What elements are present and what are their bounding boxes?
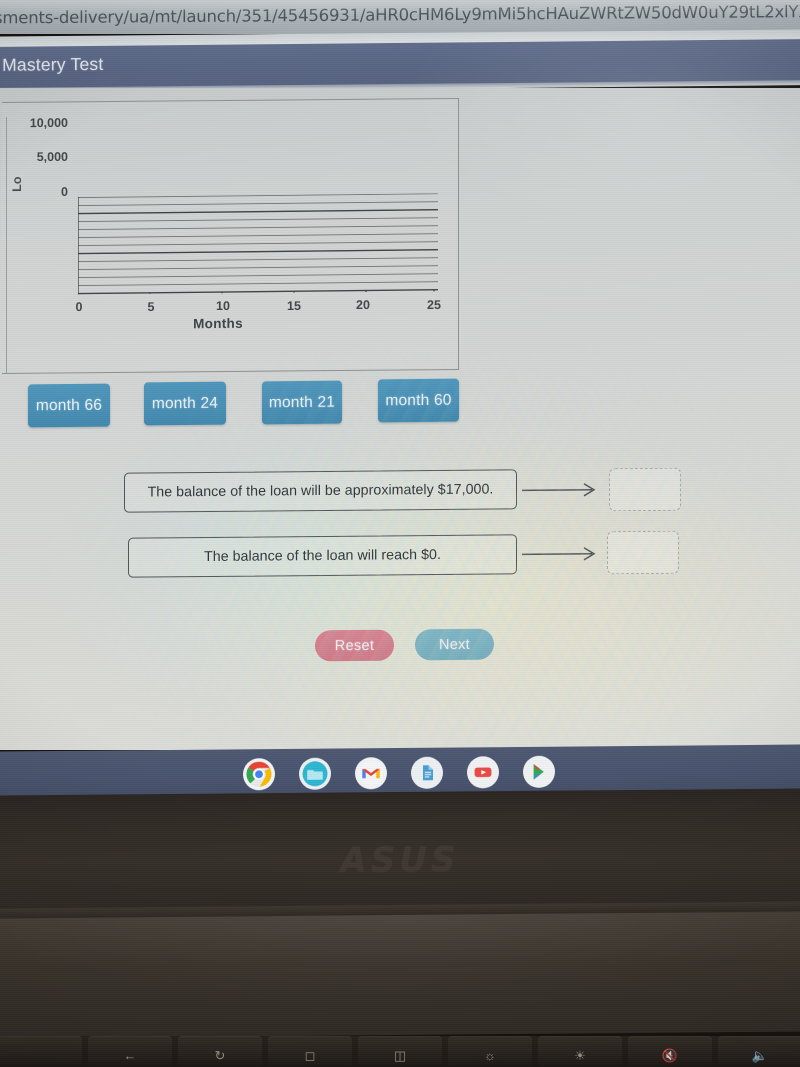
photo-of-chromebook-screen: sments-delivery/ua/mt/launch/351/4545693… [0, 0, 800, 1067]
key-mute-icon[interactable]: 🔇 [628, 1036, 712, 1066]
laptop-deck [0, 911, 800, 1039]
files-icon[interactable] [299, 757, 331, 790]
key-fullscreen-icon[interactable]: ◻ [268, 1036, 352, 1066]
chart-x-axis-label: Months [193, 315, 243, 332]
reset-button[interactable]: Reset [315, 629, 394, 662]
arrow-right-icon [522, 483, 596, 497]
key-reload-icon[interactable]: ↻ [178, 1036, 262, 1066]
next-button[interactable]: Next [415, 628, 494, 661]
chart-x-tick-10: 10 [216, 298, 230, 314]
statement-row-2: The balance of the loan will reach $0. [128, 534, 517, 578]
chart-x-tick-15: 15 [287, 298, 301, 314]
page-title: : Mastery Test [0, 53, 104, 75]
draggable-tile-month-66[interactable]: month 66 [28, 383, 110, 428]
key-overview-icon[interactable]: ◫ [358, 1036, 442, 1066]
statement-row-1: The balance of the loan will be approxim… [124, 469, 517, 513]
question-body: Lo 10,000 5,000 0 0 5 10 15 20 25 Months… [0, 88, 800, 750]
shelf-icon-strip [243, 755, 563, 797]
browser-address-bar[interactable]: sments-delivery/ua/mt/launch/351/4545693… [0, 0, 800, 34]
chart-y-tick-0: 0 [61, 184, 68, 199]
next-button-label: Next [438, 636, 470, 653]
draggable-tile-month-21[interactable]: month 21 [262, 380, 342, 425]
asus-brand-logo: ASUS [340, 839, 460, 881]
key-brightness-up-icon[interactable]: ☀ [538, 1036, 622, 1066]
arrow-right-icon [522, 547, 596, 561]
key-volume-down-icon[interactable]: 🔈 [718, 1036, 800, 1066]
statement-text: The balance of the loan will reach $0. [204, 546, 441, 566]
key-brightness-down-icon[interactable]: ☼ [448, 1036, 532, 1066]
chart-y-tick-5000: 5,000 [36, 149, 68, 165]
play-store-icon[interactable] [523, 755, 555, 788]
keyboard-function-row: ← ↻ ◻ ◫ ☼ ☀ 🔇 🔈 [0, 1036, 800, 1067]
tile-label: month 21 [268, 393, 336, 411]
connector-arrow-1 [522, 482, 600, 499]
tile-label: month 66 [35, 396, 103, 414]
chart-x-tick-5: 5 [147, 299, 155, 315]
connector-arrow-2 [522, 546, 600, 563]
draggable-tile-month-24[interactable]: month 24 [144, 381, 226, 426]
chart-y-tick-10000: 10,000 [29, 115, 68, 131]
chart-x-tick-20: 20 [356, 297, 370, 313]
chart-panel-inner-border [6, 116, 7, 373]
draggable-tile-month-60[interactable]: month 60 [378, 378, 459, 423]
dropzone-1[interactable] [609, 467, 681, 512]
chrome-icon[interactable] [243, 758, 275, 797]
reset-button-label: Reset [334, 637, 375, 654]
gmail-icon[interactable] [355, 757, 387, 796]
chart-plot-area [78, 193, 438, 295]
chart-x-tick-25: 25 [427, 297, 441, 313]
tile-label: month 24 [151, 394, 219, 412]
address-bar-url: sments-delivery/ua/mt/launch/351/4545693… [0, 1, 800, 28]
key-back[interactable]: ← [88, 1036, 172, 1066]
chart-gridlines-svg [78, 193, 438, 295]
key-esc[interactable] [0, 1036, 82, 1066]
docs-icon[interactable] [411, 756, 443, 789]
youtube-icon[interactable] [467, 756, 499, 789]
chart-x-tick-0: 0 [75, 299, 83, 315]
dropzone-2[interactable] [607, 530, 679, 575]
tile-label: month 60 [385, 391, 452, 409]
statement-text: The balance of the loan will be approxim… [147, 481, 494, 501]
